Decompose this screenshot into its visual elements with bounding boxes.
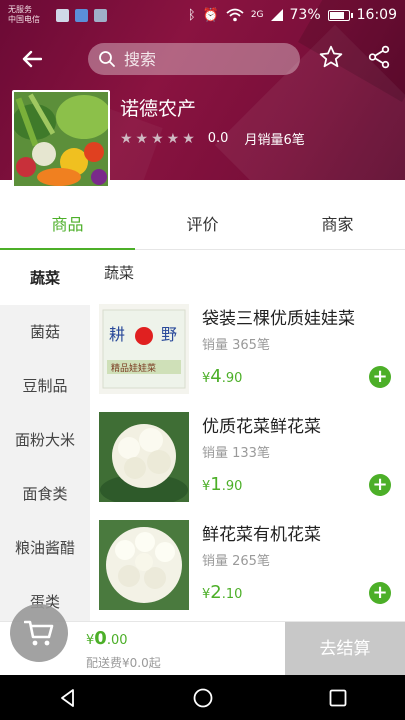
cauliflower-image	[99, 520, 189, 610]
status-right: ᛒ ⏰ 2G 73% 16:09	[188, 7, 397, 23]
signal-label: 2G	[250, 10, 264, 20]
sidebar-item-noodles[interactable]: 面食类	[0, 467, 90, 521]
store-meta: 诺德农产 ★★★★★ 0.0 月销量6笔	[120, 90, 305, 188]
vegetables-image	[14, 92, 108, 186]
top-bar	[0, 38, 405, 80]
product-sales: 销量 133笔	[202, 446, 270, 461]
product-name: 鲜花菜有机花菜	[202, 525, 321, 545]
favorite-button[interactable]	[318, 44, 348, 74]
carrier-line1: 无服务	[8, 5, 32, 14]
sidebar-item-vegetables[interactable]: 蔬菜	[0, 251, 90, 305]
product-item[interactable]: 鲜花菜有机花菜 销量 265笔 ¥2.10 +	[90, 512, 405, 620]
tab-products[interactable]: 商品	[0, 200, 135, 250]
monthly-sales: 月销量6笔	[244, 133, 305, 148]
recents-square-icon[interactable]	[327, 687, 349, 709]
back-triangle-icon[interactable]	[57, 687, 79, 709]
signal-icon	[270, 9, 283, 21]
product-name: 袋装三棵优质娃娃菜	[202, 309, 355, 329]
app-notification-icon	[75, 8, 88, 22]
price-integer: 1	[210, 474, 222, 495]
system-nav-bar	[0, 675, 405, 720]
product-item[interactable]: 优质花菜鲜花菜 销量 133笔 ¥1.90 +	[90, 404, 405, 512]
sidebar-item-oil-sauce[interactable]: 粮油酱醋	[0, 521, 90, 575]
cabbage-package-image: 耕 野 精品娃娃菜	[99, 304, 189, 394]
status-bar: 无服务 中国电信 ᛒ ⏰ 2G 73% 16:09	[0, 0, 405, 30]
add-to-cart-button[interactable]: +	[369, 366, 391, 388]
search-icon	[99, 51, 115, 67]
home-circle-icon[interactable]	[192, 687, 214, 709]
bluetooth-icon: ᛒ	[187, 7, 196, 23]
cauliflower-image	[99, 412, 189, 502]
total-decimal: .00	[106, 633, 128, 648]
product-image	[99, 520, 189, 610]
product-name: 优质花菜鲜花菜	[202, 417, 321, 437]
delivery-fee: 配送费¥0.0起	[86, 656, 161, 670]
product-price: ¥4.90	[202, 366, 242, 387]
plus-icon: +	[372, 366, 388, 387]
svg-text:野: 野	[161, 325, 177, 344]
add-to-cart-button[interactable]: +	[369, 474, 391, 496]
tab-merchant[interactable]: 商家	[270, 200, 405, 249]
carrier-text: 无服务 中国电信	[8, 5, 52, 25]
price-integer: 4	[210, 366, 222, 387]
store-logo	[12, 90, 110, 188]
arrow-left-icon	[22, 50, 42, 68]
product-item[interactable]: 耕 野 精品娃娃菜 袋装三棵优质娃娃菜 销量 365笔 ¥4.90 +	[90, 296, 405, 404]
cart-bar: ¥0.00 配送费¥0.0起 去结算	[0, 604, 405, 676]
carrier-line2: 中国电信	[8, 15, 40, 24]
product-image: 耕 野 精品娃娃菜	[99, 304, 189, 394]
back-button[interactable]	[10, 38, 54, 80]
svg-text:耕: 耕	[109, 325, 125, 344]
rating-stars: ★★★★★	[120, 130, 198, 147]
product-list: 蔬菜 耕 野 精品娃娃菜 袋装三棵优质娃娃菜 销量 365笔 ¥4.90 + 优…	[90, 251, 405, 621]
product-sales: 销量 265笔	[202, 554, 270, 569]
category-sidebar: 蔬菜 菌菇 豆制品 面粉大米 面食类 粮油酱醋 蛋类	[0, 251, 90, 621]
plus-icon: +	[372, 582, 388, 603]
wifi-icon	[226, 8, 244, 22]
battery-percent: 73%	[289, 7, 321, 23]
checkout-button[interactable]: 去结算	[285, 622, 405, 676]
tab-reviews[interactable]: 评价	[135, 200, 270, 249]
shopping-cart-icon	[24, 620, 54, 646]
share-icon	[368, 45, 390, 69]
add-to-cart-button[interactable]: +	[369, 582, 391, 604]
store-name: 诺德农产	[120, 98, 197, 120]
star-outline-icon	[319, 45, 343, 68]
price-decimal: .90	[221, 371, 243, 386]
search-bar[interactable]	[88, 43, 300, 75]
store-rating: ★★★★★ 0.0 月销量6笔	[120, 129, 305, 149]
price-integer: 2	[210, 582, 222, 603]
alarm-icon: ⏰	[202, 7, 219, 23]
product-sales: 销量 365笔	[202, 338, 270, 353]
sidebar-item-flour-rice[interactable]: 面粉大米	[0, 413, 90, 467]
category-title: 蔬菜	[104, 264, 135, 282]
notification-icons	[56, 8, 107, 22]
plus-icon: +	[372, 474, 388, 495]
share-button[interactable]	[366, 44, 396, 74]
app-root: 无服务 中国电信 ᛒ ⏰ 2G 73% 16:09 搜索 诺德农产 ★★★★★ …	[0, 0, 405, 720]
product-image	[99, 412, 189, 502]
product-price: ¥1.90	[202, 474, 242, 495]
total-integer: 0	[94, 628, 107, 649]
battery-icon	[327, 9, 353, 21]
clock: 16:09	[356, 7, 397, 23]
price-decimal: .10	[221, 587, 243, 602]
product-price: ¥2.10	[202, 582, 242, 603]
price-decimal: .90	[221, 479, 243, 494]
sidebar-item-mushrooms[interactable]: 菌菇	[0, 305, 90, 359]
sidebar-item-soy-products[interactable]: 豆制品	[0, 359, 90, 413]
search-input[interactable]	[124, 49, 274, 69]
cart-button[interactable]	[10, 604, 68, 662]
tab-bar: 商品 评价 商家	[0, 200, 405, 250]
cart-total: ¥0.00	[86, 628, 128, 649]
app-notification-icon	[56, 8, 69, 22]
store-info: 诺德农产 ★★★★★ 0.0 月销量6笔	[12, 90, 305, 188]
rating-value: 0.0	[207, 131, 229, 146]
app-notification-icon	[94, 8, 107, 22]
svg-text:精品娃娃菜: 精品娃娃菜	[111, 362, 156, 374]
